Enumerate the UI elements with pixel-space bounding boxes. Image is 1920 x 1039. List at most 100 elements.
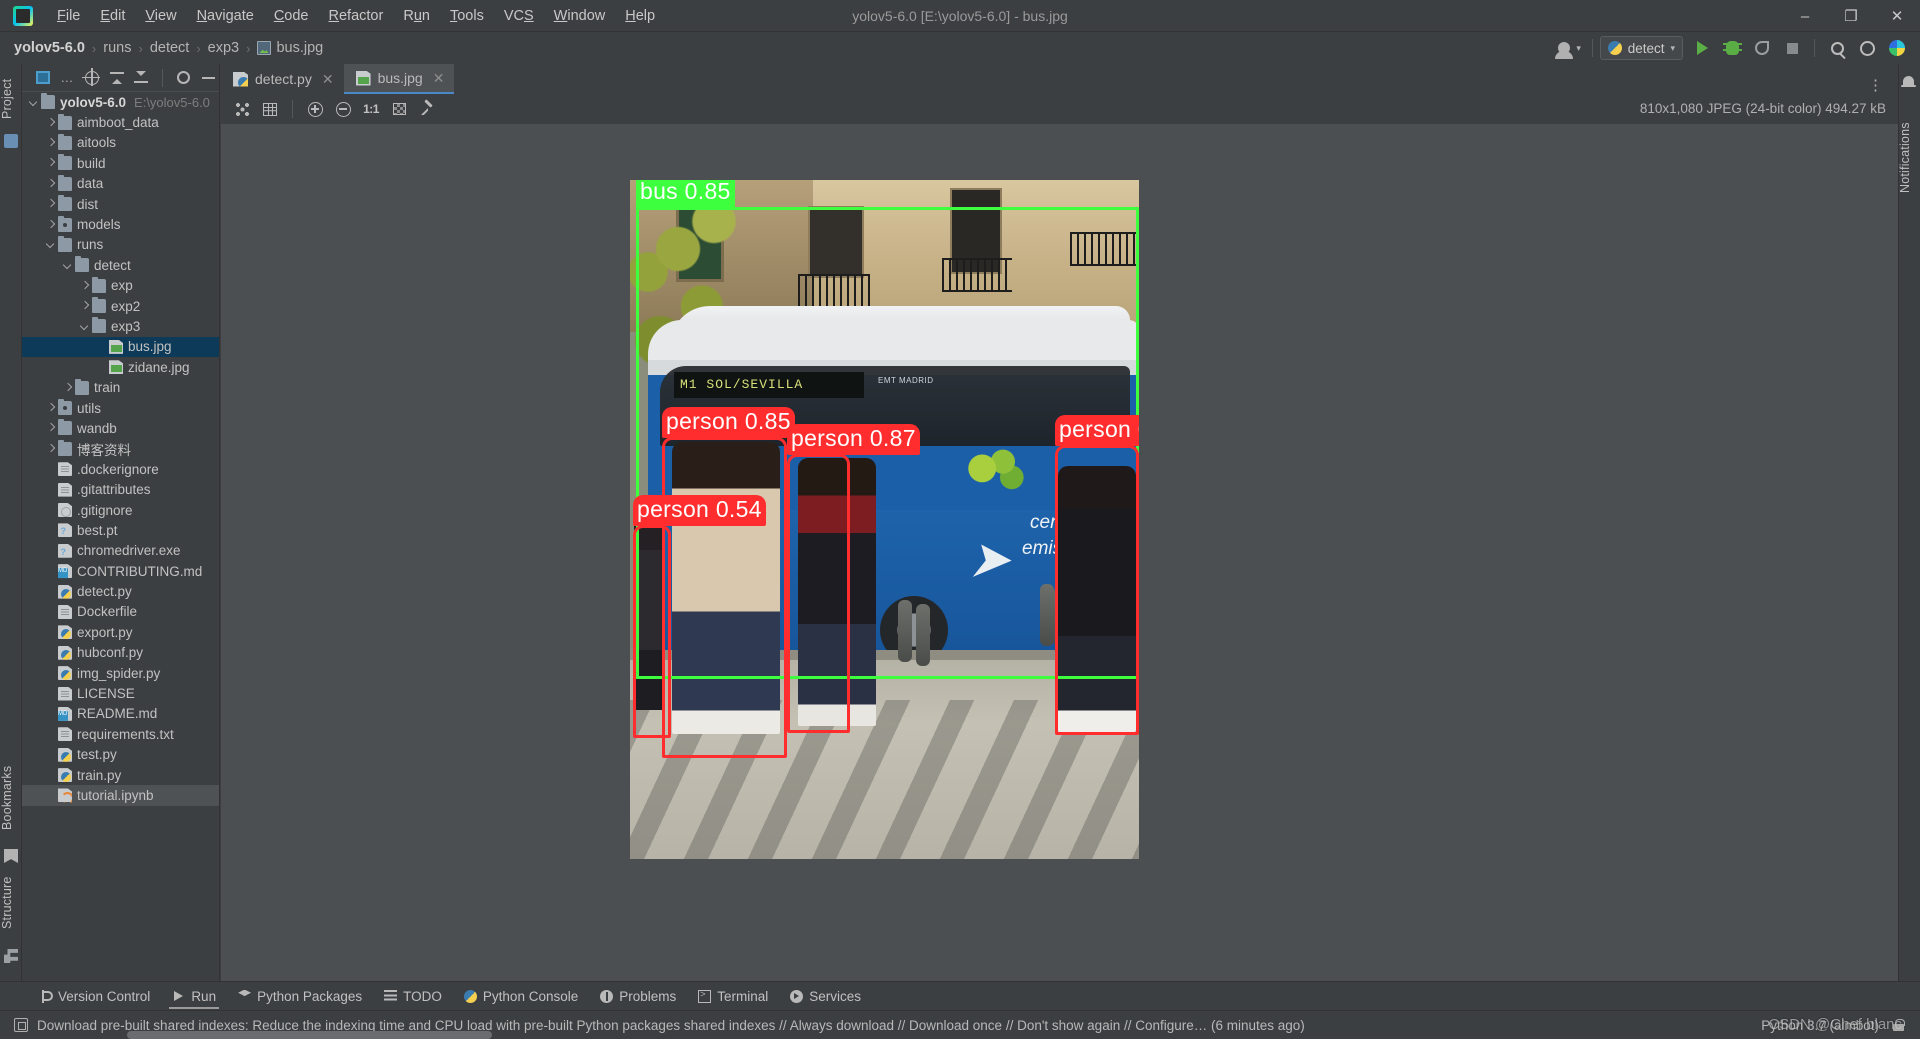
chevron-right-icon[interactable] — [45, 199, 56, 210]
chevron-right-icon[interactable] — [62, 382, 73, 393]
breadcrumb-item-exp3[interactable]: exp3 — [208, 40, 239, 56]
tool-window-python-packages[interactable]: Python Packages — [227, 982, 373, 1011]
structure-icon[interactable] — [4, 949, 18, 963]
tree-item-aimboot-data[interactable]: aimboot_data — [22, 112, 219, 132]
tree-item-readme-md[interactable]: README.md — [22, 704, 219, 724]
menu-run[interactable]: Run — [393, 0, 440, 32]
tree-item-build[interactable]: build — [22, 153, 219, 173]
tree-item-chromedriver-exe[interactable]: chromedriver.exe — [22, 541, 219, 561]
tree-item-dockerignore[interactable]: .dockerignore — [22, 459, 219, 479]
bell-icon[interactable] — [1901, 76, 1916, 89]
sidebar-tab-project[interactable]: Project — [0, 68, 22, 130]
tree-item-exp2[interactable]: exp2 — [22, 296, 219, 316]
tree-item-gitignore[interactable]: .gitignore — [22, 500, 219, 520]
tool-window-run[interactable]: Run — [161, 982, 227, 1011]
run-configuration-selector[interactable]: detect ▾ — [1599, 36, 1683, 60]
select-opened-file-button[interactable] — [32, 67, 54, 89]
collapse-all-button[interactable] — [130, 67, 152, 89]
menu-code[interactable]: Code — [264, 0, 319, 32]
sidebar-tab-structure[interactable]: Structure — [0, 865, 22, 941]
sidebar-tab-notifications[interactable]: Notifications — [1898, 98, 1920, 218]
tool-window-services[interactable]: Services — [779, 982, 872, 1011]
tree-item-aitools[interactable]: aitools — [22, 133, 219, 153]
toggle-grid-button[interactable] — [257, 97, 283, 121]
panel-options-button[interactable]: … — [57, 67, 79, 89]
tree-item-license[interactable]: LICENSE — [22, 683, 219, 703]
account-icon[interactable]: ▾ — [1555, 35, 1584, 61]
chevron-right-icon[interactable] — [45, 158, 56, 169]
actual-size-button[interactable]: 1:1 — [358, 97, 384, 121]
chevron-right-icon[interactable] — [79, 280, 90, 291]
tab-bus-jpg[interactable]: bus.jpg ✕ — [343, 64, 455, 94]
lock-icon[interactable] — [1893, 1019, 1905, 1031]
breadcrumb-item-project[interactable]: yolov5-6.0 — [14, 40, 85, 56]
menu-help[interactable]: Help — [615, 0, 665, 32]
zoom-in-button[interactable] — [302, 97, 328, 121]
debug-button[interactable] — [1718, 35, 1746, 61]
tree-item-test-py[interactable]: test.py — [22, 745, 219, 765]
tool-window-problems[interactable]: Problems — [589, 982, 687, 1011]
color-picker-button[interactable] — [414, 97, 440, 121]
settings-button[interactable] — [1853, 35, 1881, 61]
horizontal-scrollbar[interactable] — [0, 1031, 1920, 1039]
chevron-right-icon[interactable] — [79, 301, 90, 312]
chevron-right-icon[interactable] — [45, 423, 56, 434]
tree-item-runs[interactable]: runs — [22, 235, 219, 255]
tree-item-detect-py[interactable]: detect.py — [22, 581, 219, 601]
more-options-icon[interactable]: ⋮ — [1862, 76, 1890, 94]
tree-item-exp[interactable]: exp — [22, 276, 219, 296]
tool-window-terminal[interactable]: Terminal — [687, 982, 779, 1011]
scroll-from-source-button[interactable] — [81, 67, 103, 89]
menu-view[interactable]: View — [135, 0, 186, 32]
panel-settings-button[interactable] — [173, 67, 195, 89]
tree-item-[interactable]: 博客资料 — [22, 439, 219, 459]
chevron-down-icon[interactable] — [62, 260, 73, 271]
chevron-right-icon[interactable] — [45, 403, 56, 414]
tree-item-bus-jpg[interactable]: bus.jpg — [22, 336, 219, 358]
search-everywhere-button[interactable] — [1823, 35, 1851, 61]
chevron-right-icon[interactable] — [45, 137, 56, 148]
tree-item-exp3[interactable]: exp3 — [22, 316, 219, 336]
breadcrumb-item-busjpg[interactable]: bus.jpg — [276, 40, 323, 56]
chevron-down-icon[interactable] — [45, 239, 56, 250]
scrollbar-thumb[interactable] — [127, 1031, 492, 1039]
close-button[interactable]: ✕ — [1874, 0, 1920, 32]
menu-window[interactable]: Window — [544, 0, 616, 32]
sidebar-tab-bookmarks[interactable]: Bookmarks — [0, 755, 22, 841]
project-tool-icon[interactable] — [4, 134, 18, 148]
breadcrumb-item-detect[interactable]: detect — [150, 40, 190, 56]
tree-item-requirements-txt[interactable]: requirements.txt — [22, 724, 219, 744]
tree-item-best-pt[interactable]: best.pt — [22, 520, 219, 540]
tab-close-icon[interactable]: ✕ — [322, 71, 334, 88]
tree-item-hubconf-py[interactable]: hubconf.py — [22, 643, 219, 663]
tree-item-yolov5-6-0[interactable]: yolov5-6.0 E:\yolov5-6.0 — [22, 92, 219, 112]
tree-item-detect[interactable]: detect — [22, 255, 219, 275]
tree-item-dist[interactable]: dist — [22, 194, 219, 214]
run-with-coverage-button[interactable] — [1748, 35, 1776, 61]
tree-item-models[interactable]: models — [22, 214, 219, 234]
bookmark-icon[interactable] — [4, 849, 18, 863]
menu-file[interactable]: File — [47, 0, 90, 32]
fit-to-window-button[interactable] — [386, 97, 412, 121]
updates-button[interactable] — [1883, 35, 1911, 61]
tool-window-version-control[interactable]: Version Control — [28, 982, 161, 1011]
run-button[interactable] — [1688, 35, 1716, 61]
menu-edit[interactable]: Edit — [90, 0, 135, 32]
stop-button[interactable] — [1778, 35, 1806, 61]
menu-navigate[interactable]: Navigate — [187, 0, 264, 32]
chevron-down-icon[interactable] — [79, 321, 90, 332]
chevron-right-icon[interactable] — [45, 219, 56, 230]
menu-refactor[interactable]: Refactor — [319, 0, 394, 32]
chevron-right-icon[interactable] — [45, 117, 56, 128]
tree-item-img-spider-py[interactable]: img_spider.py — [22, 663, 219, 683]
tree-item-export-py[interactable]: export.py — [22, 622, 219, 642]
menu-vcs[interactable]: VCS — [494, 0, 544, 32]
menu-tools[interactable]: Tools — [440, 0, 494, 32]
tab-detect-py[interactable]: detect.py ✕ — [221, 64, 344, 94]
toggle-transparency-chessboard-button[interactable] — [229, 97, 255, 121]
zoom-out-button[interactable] — [330, 97, 356, 121]
breadcrumb-item-runs[interactable]: runs — [103, 40, 131, 56]
tree-item-contributing-md[interactable]: CONTRIBUTING.md — [22, 561, 219, 581]
tree-item-wandb[interactable]: wandb — [22, 418, 219, 438]
maximize-button[interactable]: ❐ — [1828, 0, 1874, 32]
